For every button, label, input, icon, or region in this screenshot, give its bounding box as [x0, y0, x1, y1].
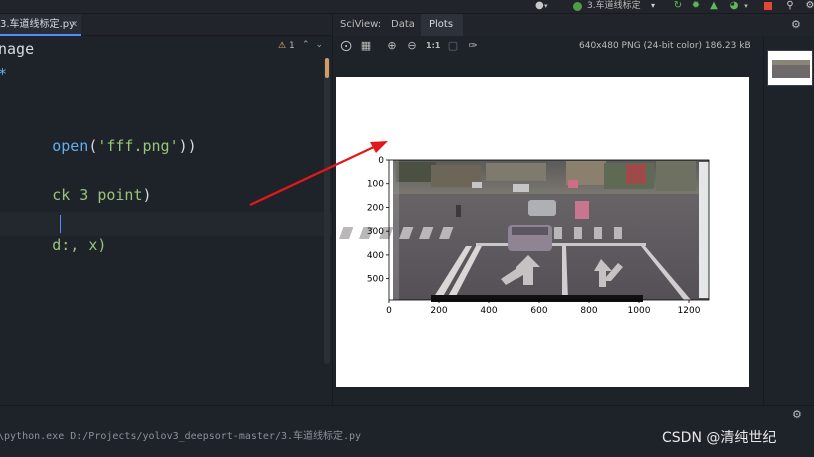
code-token: )	[97, 236, 107, 254]
actual-size-icon[interactable]: 1:1	[426, 39, 440, 53]
fit-to-window-icon[interactable]: ⨀	[339, 39, 353, 53]
x-axis: 0 200 400 600 800 1000 1200	[386, 300, 701, 316]
main-toolbar: ● ▾ 3.车道线标定 ▾ ↻ ✹ ▲ ◕ ▾ ⚲ ⚙	[0, 0, 814, 14]
warning-indicator[interactable]: ⚠ 1	[278, 41, 295, 51]
coverage-icon[interactable]: ▲	[708, 0, 720, 12]
plot-thumbnail[interactable]	[767, 50, 813, 86]
x-tick-label: 600	[530, 306, 547, 316]
zoom-in-icon[interactable]: ⊕	[385, 39, 399, 53]
tab-data[interactable]: Data	[391, 14, 415, 36]
chevron-down-icon: ▾	[650, 1, 655, 10]
x-tick-label: 1200	[678, 306, 701, 316]
run-config-selector[interactable]: 3.车道线标定 ▾	[567, 0, 659, 13]
x-tick-label: 200	[430, 306, 447, 316]
code-token: )	[142, 186, 152, 204]
y-tick-label: 500	[367, 275, 384, 285]
pycharm-window: ● ▾ 3.车道线标定 ▾ ↻ ✹ ▲ ◕ ▾ ⚲ ⚙ 3.车道线标定.py ✕…	[0, 0, 814, 457]
editor-tab-bar: 3.车道线标定.py ✕	[0, 14, 332, 36]
thumbnail-image-top	[772, 60, 810, 65]
grid-icon[interactable]: ▦	[359, 39, 373, 53]
code-token: )	[178, 137, 188, 155]
x-tick-label: 0	[386, 306, 392, 316]
plot-figure: 0 200 400 600 800 1000 1200 0 100 200 300 400 500	[339, 156, 710, 316]
y-tick-label: 100	[367, 180, 384, 190]
tab-plots[interactable]: Plots	[421, 14, 463, 36]
code-token: 'fff.png'	[97, 137, 179, 155]
run-config-label: 3.车道线标定	[587, 1, 641, 11]
code-token: :	[61, 236, 71, 254]
run-command-text: \python.exe D:/Projects/yolov3_deepsort-…	[0, 431, 362, 442]
code-token: ,	[70, 236, 80, 254]
x-tick-label: 400	[480, 306, 497, 316]
scrollbar-marker[interactable]	[325, 58, 329, 78]
code-token: 3	[79, 186, 89, 204]
x-tick-label: 800	[580, 306, 597, 316]
code-line: open('fff.png'))	[0, 113, 197, 155]
y-axis: 0 100 200 300 400 500	[367, 156, 389, 285]
code-token: ck	[52, 186, 71, 204]
code-text: ck 3 point)	[52, 186, 151, 204]
code-token: x	[88, 236, 98, 254]
settings-icon[interactable]: ⚙	[791, 14, 801, 36]
y-tick-label: 0	[378, 156, 384, 166]
code-token: d	[52, 236, 62, 254]
problem-navigation[interactable]: ⌃⌄	[302, 40, 329, 50]
y-tick-label: 400	[367, 251, 384, 261]
user-icon: ●	[535, 0, 544, 11]
tab-editor-file[interactable]: 3.车道线标定.py ✕	[0, 14, 81, 36]
code-text: d:, x)	[52, 236, 106, 254]
code-token: (	[88, 137, 98, 155]
chevron-down-icon: ▾	[544, 2, 548, 10]
text-cursor	[60, 215, 61, 233]
close-icon[interactable]: ✕	[70, 14, 78, 34]
code-line: ck 3 point)	[0, 162, 151, 204]
zoom-out-icon[interactable]: ⊖	[405, 39, 419, 53]
chevron-down-icon[interactable]: ⌄	[316, 40, 330, 50]
rerun-icon[interactable]: ↻	[672, 0, 684, 12]
code-text: open('fff.png'))	[52, 137, 197, 155]
sciview-tab-bar: SciView: Data Plots ⚙	[333, 14, 814, 36]
code-token: point	[97, 186, 143, 204]
y-tick-label: 300	[367, 227, 384, 237]
y-tick-label: 200	[367, 203, 384, 213]
debug-icon[interactable]: ✹	[690, 0, 702, 12]
plot-thumbnails	[763, 36, 814, 405]
sciview-panel: SciView: Data Plots ⚙ ⨀ ▦ ⊕ ⊖ 1:1 ▢ ✑ 64…	[332, 14, 814, 405]
search-icon[interactable]: ⚲	[784, 0, 796, 12]
run-panel: ⚙ \python.exe D:/Projects/yolov3_deepsor…	[0, 406, 814, 457]
code-editor[interactable]: ⚠ 1 ⌃⌄ nage * open('fff.png')) ck 3 poin…	[0, 36, 332, 405]
warning-icon: ⚠	[278, 41, 287, 51]
plot-canvas: 0 200 400 600 800 1000 1200 0 100 200 300 400 500	[336, 77, 749, 387]
tab-label: 3.车道线标定.py	[0, 19, 75, 30]
editor-scrollbar[interactable]	[324, 58, 330, 364]
x-tick-label: 1000	[628, 306, 651, 316]
image-info: 640x480 PNG (24-bit color) 186.23 kB	[579, 41, 751, 51]
run-config-icon	[573, 2, 582, 11]
stop-icon[interactable]	[762, 0, 774, 12]
code-line: *	[0, 63, 7, 85]
settings-icon[interactable]: ⚙	[792, 408, 802, 421]
settings-icon[interactable]: ⚙	[804, 0, 814, 12]
street-photo	[339, 160, 709, 302]
watermark: CSDN @清纯世纪	[662, 430, 777, 446]
code-token: open	[52, 137, 89, 155]
chevron-up-icon[interactable]: ⌃	[302, 40, 316, 50]
color-picker-icon[interactable]: ✑	[466, 39, 480, 53]
sciview-title: SciView:	[340, 19, 382, 30]
chevron-down-icon[interactable]: ▾	[740, 0, 752, 12]
user-menu-button[interactable]: ● ▾	[533, 0, 553, 13]
warning-count: 1	[288, 41, 295, 51]
code-line: d:, x)	[0, 212, 106, 254]
code-token: )	[187, 137, 197, 155]
profile-icon[interactable]: ◕	[728, 0, 740, 12]
code-line: nage	[0, 40, 35, 58]
background-toggle-icon[interactable]: ▢	[446, 39, 460, 53]
